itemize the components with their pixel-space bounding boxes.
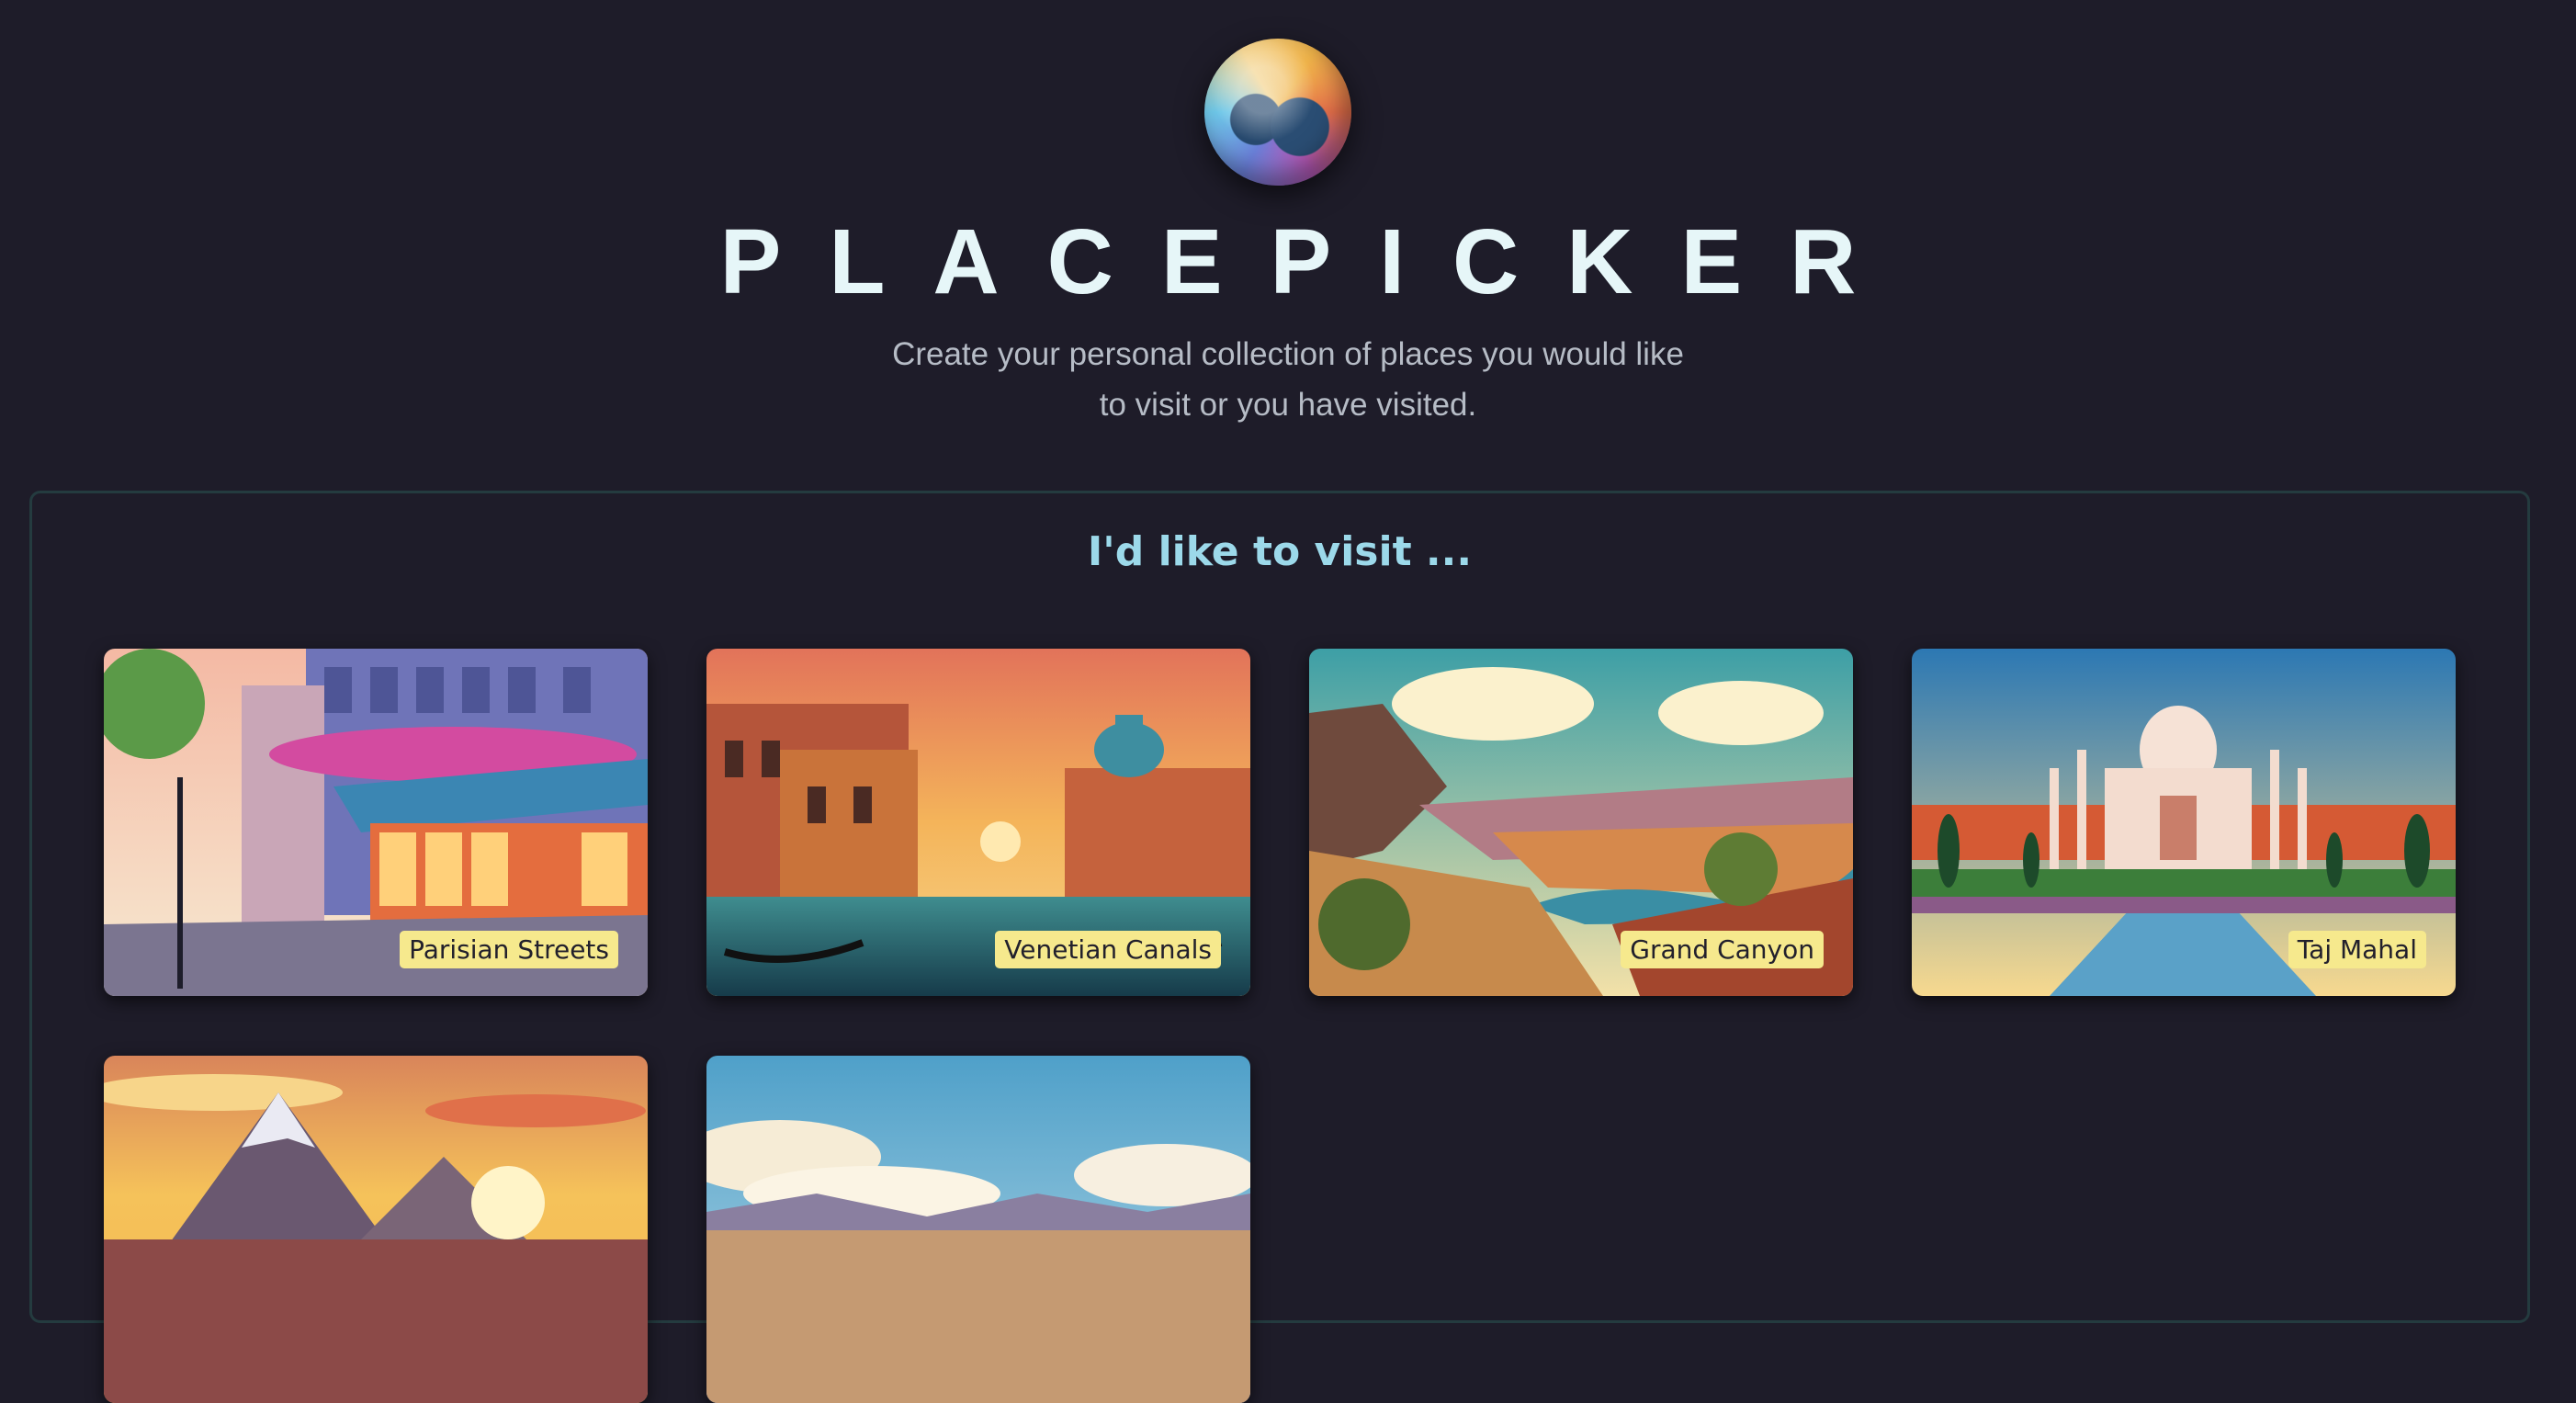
place-label: Venetian Canals bbox=[995, 931, 1221, 968]
globe-logo-icon bbox=[1204, 39, 1351, 186]
places-panel: I'd like to visit ... Parisian Streets V… bbox=[29, 491, 2530, 1403]
app-title: PLACEPICKER bbox=[719, 210, 1904, 313]
sky-landscape-image bbox=[706, 1056, 1250, 1403]
place-card-venetian-canals[interactable]: Venetian Canals bbox=[706, 649, 1250, 996]
app-subtitle: Create your personal collection of place… bbox=[892, 336, 1684, 423]
place-card-taj-mahal[interactable]: Taj Mahal bbox=[1912, 649, 2456, 996]
mountains-image bbox=[104, 1056, 648, 1403]
place-card-sky[interactable] bbox=[706, 1056, 1250, 1403]
place-label: Parisian Streets bbox=[400, 931, 618, 968]
place-card-mountains[interactable] bbox=[104, 1056, 648, 1403]
section-title: I'd like to visit ... bbox=[1087, 528, 1473, 575]
place-label: Taj Mahal bbox=[2288, 931, 2426, 968]
place-label: Grand Canyon bbox=[1621, 931, 1824, 968]
place-card-parisian-streets[interactable]: Parisian Streets bbox=[104, 649, 648, 996]
place-card-grand-canyon[interactable]: Grand Canyon bbox=[1309, 649, 1853, 996]
